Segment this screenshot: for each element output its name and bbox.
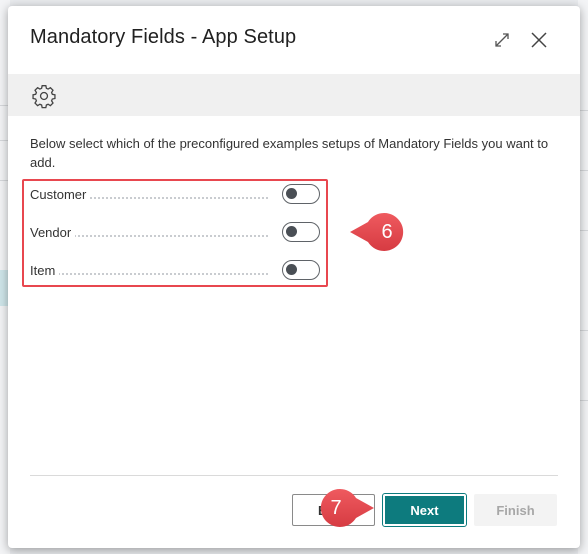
- callout-step-7: 7: [316, 488, 374, 528]
- close-icon: [531, 32, 547, 48]
- callout-bubble: [320, 489, 374, 527]
- background-divider: [580, 230, 588, 231]
- background-divider: [0, 180, 8, 181]
- background-highlight-row: [0, 270, 8, 306]
- callout-number: 7: [330, 496, 342, 519]
- close-button[interactable]: [525, 26, 553, 54]
- background-divider: [580, 400, 588, 401]
- background-divider: [580, 110, 588, 111]
- expand-button[interactable]: [488, 26, 516, 54]
- expand-icon: [495, 33, 509, 47]
- callout-step-6: 6: [350, 212, 406, 252]
- gear-icon: [32, 85, 56, 109]
- action-bar: [8, 74, 580, 116]
- background-divider: [0, 105, 8, 106]
- callout-number: 6: [381, 220, 393, 243]
- instructions-text: Below select which of the preconfigured …: [30, 136, 549, 170]
- next-button[interactable]: Next: [382, 493, 467, 527]
- annotation-highlight-box: [22, 179, 328, 287]
- background-divider: [580, 170, 588, 171]
- callout-bubble: [350, 213, 404, 251]
- footer-divider: [30, 475, 558, 476]
- finish-button[interactable]: Finish: [474, 494, 557, 526]
- background-divider: [580, 330, 588, 331]
- app-setup-dialog: Mandatory Fields - App Setup Below selec…: [8, 6, 580, 548]
- dialog-title: Mandatory Fields - App Setup: [30, 26, 297, 48]
- background-divider: [0, 140, 8, 141]
- settings-button[interactable]: [30, 82, 58, 110]
